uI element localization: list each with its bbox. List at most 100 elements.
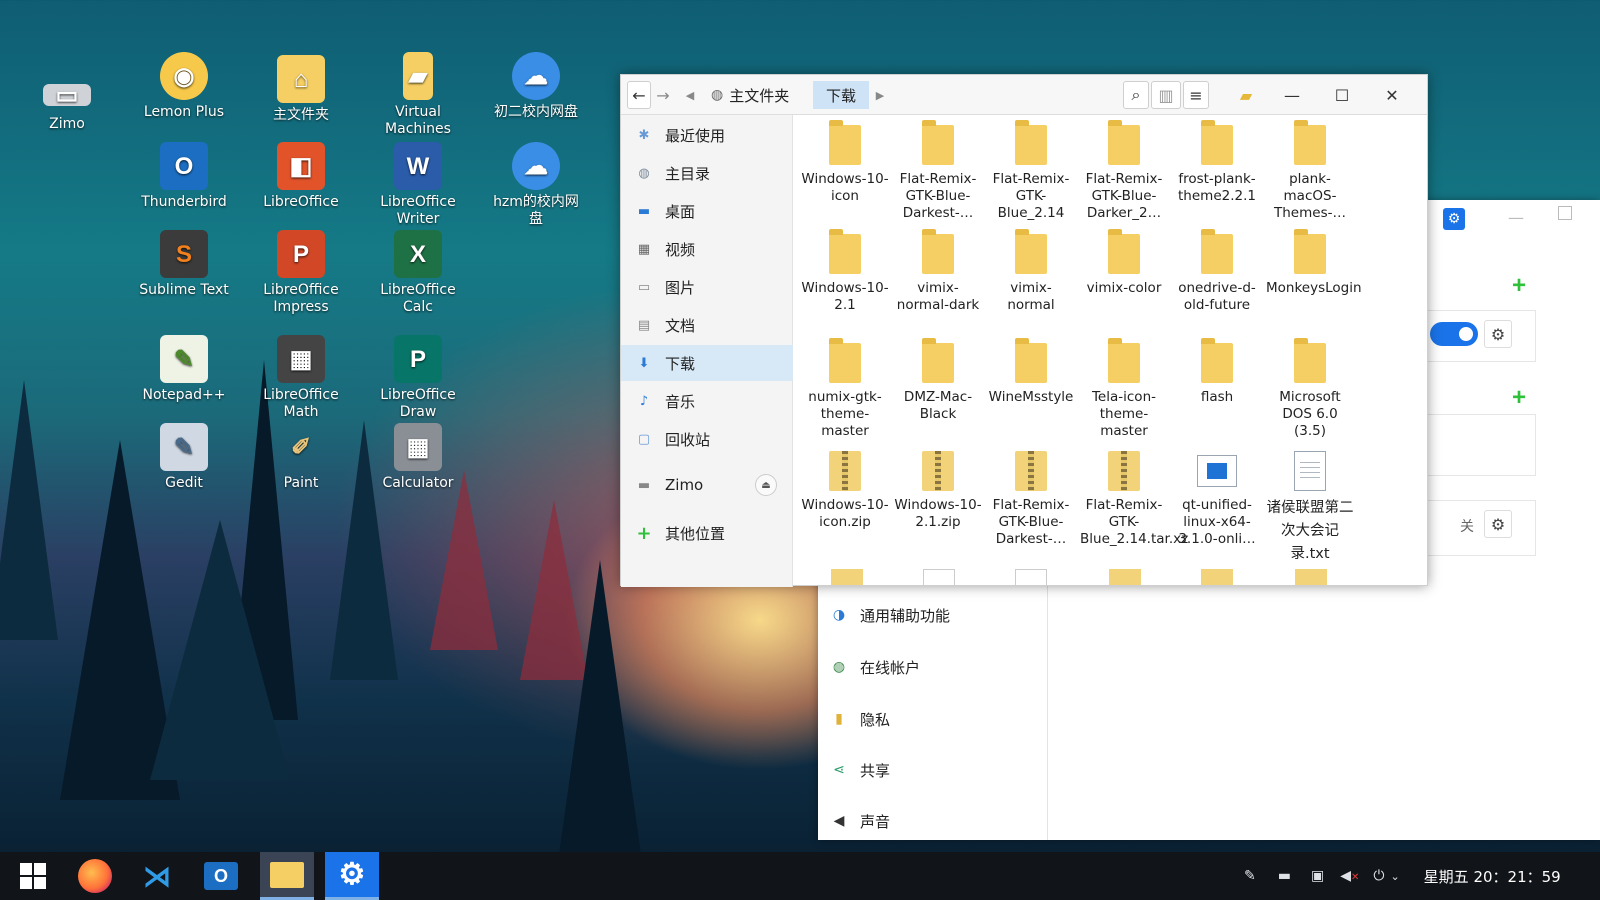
sidebar-item-trash[interactable]: ▢ 回收站 — [621, 421, 793, 457]
sidebar-item-desktop[interactable]: ▬ 桌面 — [621, 193, 793, 229]
breadcrumb-home[interactable]: ◍ 主文件夹 — [705, 81, 813, 109]
folder-icon — [1015, 338, 1047, 383]
file-item[interactable]: vimix-normal-dark — [894, 229, 982, 314]
toggle-switch[interactable] — [1430, 322, 1478, 346]
breadcrumb-downloads[interactable]: 下载 — [813, 81, 869, 109]
eject-icon[interactable]: ⏏ — [755, 474, 777, 496]
desktop-icon-libreoffice[interactable]: ◧ LibreOffice — [253, 142, 349, 211]
file-label: Windows-10-icon.zip — [801, 497, 889, 530]
file-item[interactable]: numix-gtk-theme-master — [801, 338, 889, 440]
file-item[interactable]: Windows-10-icon.zip — [801, 451, 889, 531]
file-item[interactable]: qt-unified-linux-x64-3.1.0-onli… — [1173, 451, 1261, 548]
file-item[interactable]: Flat-Remix-GTK-Blue_2.14.tar.xz — [1080, 451, 1188, 548]
desktop-icon-gedit[interactable]: ✎ Gedit — [136, 423, 232, 492]
file-item[interactable]: Windows-10-2.1.zip — [894, 451, 982, 531]
file-item[interactable]: Flat-Remix-GTK-Blue-Darkest-… — [987, 451, 1075, 548]
volume-muted-icon[interactable]: ◀✕ — [1340, 868, 1359, 884]
minimize-icon[interactable]: — — [1508, 208, 1524, 227]
breadcrumb-right-icon[interactable]: ▶ — [873, 81, 887, 109]
network-icon[interactable]: ▣ — [1311, 868, 1324, 884]
breadcrumb-left-icon[interactable]: ◀ — [683, 81, 697, 109]
file-item[interactable]: frost-plank-theme2.2.1 — [1173, 120, 1261, 205]
desktop-icon-network-drive-1[interactable]: ☁ 初二校内网盘 — [488, 52, 584, 121]
power-icon[interactable]: ⏻ — [1373, 868, 1384, 884]
desktop-icon-libreoffice-impress[interactable]: P LibreOffice Impress — [253, 230, 349, 316]
taskbar-settings[interactable]: ⚙ — [325, 852, 379, 900]
close-icon: ✕ — [1385, 85, 1399, 105]
file-item[interactable]: 诸侯联盟第二次大会记录.txt — [1266, 451, 1354, 566]
sidebar-item-videos[interactable]: ▦ 视频 — [621, 231, 793, 267]
desktop-icon-lemon-plus[interactable]: ◉ Lemon Plus — [136, 52, 232, 121]
back-button[interactable]: ← — [627, 81, 651, 109]
file-item[interactable]: vimix-color — [1080, 229, 1168, 297]
maximize-icon[interactable] — [1558, 206, 1572, 220]
sidebar-item-home[interactable]: ◍ 主目录 — [621, 155, 793, 191]
file-item[interactable]: WineMsstyle — [987, 338, 1075, 406]
desktop-icon-libreoffice-math[interactable]: ▦ LibreOffice Math — [253, 335, 349, 421]
maximize-button[interactable]: ☐ — [1327, 81, 1357, 109]
firefox-icon — [78, 859, 112, 893]
pen-icon[interactable]: ✎ — [1244, 868, 1256, 884]
clock[interactable]: 星期五 20：21：59 — [1424, 866, 1561, 887]
file-item[interactable]: plank-macOS-Themes-… — [1266, 120, 1354, 222]
sidebar-item-downloads[interactable]: ⬇ 下载 — [621, 345, 793, 381]
gear-icon[interactable]: ⚙ — [1484, 320, 1512, 348]
search-button[interactable]: ⌕ — [1123, 81, 1149, 109]
desktop-icon-virtual-machines[interactable]: ▰ Virtual Machines — [370, 52, 466, 138]
settings-item-sound[interactable]: ◀ 声音 — [818, 796, 1048, 846]
file-item[interactable]: DMZ-Mac-Black — [894, 338, 982, 423]
file-item[interactable]: Tela-icon-theme-master — [1080, 338, 1168, 440]
sidebar-item-other-locations[interactable]: + 其他位置 — [621, 515, 793, 551]
file-item[interactable]: Flat-Remix-GTK-Blue-Darker_2… — [1080, 120, 1168, 222]
home-folder-icon: ⌂ — [277, 55, 325, 103]
desktop-icon-libreoffice-calc[interactable]: X LibreOffice Calc — [370, 230, 466, 316]
taskbar-thunderbird[interactable]: O — [194, 852, 248, 900]
file-item[interactable]: Flat-Remix-GTK-Blue_2.14 — [987, 120, 1075, 222]
view-toggle-button[interactable]: ▥ — [1151, 81, 1181, 109]
file-item[interactable]: vimix-normal — [987, 229, 1075, 314]
sidebar-item-pictures[interactable]: ▭ 图片 — [621, 269, 793, 305]
taskbar-files[interactable] — [260, 852, 314, 900]
taskbar-vscode[interactable]: ⋊ — [130, 852, 184, 900]
desktop-icon-notepad-plus-plus[interactable]: ✎ Notepad++ — [136, 335, 232, 404]
settings-item-online-accounts[interactable]: ◍ 在线帐户 — [818, 642, 1048, 692]
desktop-icon-home-folder[interactable]: ⌂ 主文件夹 — [253, 55, 349, 124]
desktop-icon-thunderbird[interactable]: O Thunderbird — [136, 142, 232, 211]
settings-item-privacy[interactable]: ▮ 隐私 — [818, 694, 1048, 744]
file-item[interactable]: Microsoft DOS 6.0 (3.5) — [1266, 338, 1354, 440]
add-icon[interactable]: + — [1512, 272, 1526, 300]
file-item[interactable]: Windows-10-2.1 — [801, 229, 889, 314]
sidebar-item-zimo[interactable]: ▬ Zimo ⏏ — [621, 467, 793, 503]
start-button[interactable] — [6, 852, 60, 900]
chevron-down-icon[interactable]: ⌄ — [1390, 870, 1399, 883]
menu-button[interactable]: ≡ — [1183, 81, 1209, 109]
file-item[interactable]: Flat-Remix-GTK-Blue-Darkest-… — [894, 120, 982, 222]
sidebar-item-documents[interactable]: ▤ 文档 — [621, 307, 793, 343]
file-item[interactable]: MonkeysLogin — [1266, 229, 1362, 297]
desktop-icon-libreoffice-writer[interactable]: W LibreOffice Writer — [370, 142, 466, 228]
desktop-icon-libreoffice-draw[interactable]: P LibreOffice Draw — [370, 335, 466, 421]
file-item[interactable]: flash — [1173, 338, 1261, 406]
settings-item-accessibility[interactable]: ◑ 通用辅助功能 — [818, 590, 1048, 640]
desktop-icon-calculator[interactable]: ▦ Calculator — [370, 423, 466, 492]
settings-item-sharing[interactable]: ⋖ 共享 — [818, 745, 1048, 795]
sidebar-item-recent[interactable]: ✱ 最近使用 — [621, 117, 793, 153]
desktop-icon-paint[interactable]: ✐ Paint — [253, 423, 349, 492]
add-icon[interactable]: + — [1512, 384, 1526, 412]
sidebar-item-music[interactable]: ♪ 音乐 — [621, 383, 793, 419]
desktop-icon-network-drive-2[interactable]: ☁ hzm的校内网盘 — [488, 142, 584, 228]
forward-button[interactable]: → — [651, 81, 675, 109]
wallpaper-tree — [430, 470, 498, 650]
desktop-icon-zimo[interactable]: ▭ Zimo — [19, 70, 115, 133]
file-item[interactable]: Windows-10-icon — [801, 120, 889, 205]
file-item[interactable]: onedrive-d-old-future — [1173, 229, 1261, 314]
taskbar-firefox[interactable] — [68, 852, 122, 900]
network-drive-icon: ☁ — [512, 142, 560, 190]
desktop-icon-sublime-text[interactable]: S Sublime Text — [136, 230, 232, 299]
folder-icon — [922, 120, 954, 165]
gear-icon[interactable]: ⚙ — [1484, 510, 1512, 538]
minimize-button[interactable]: — — [1277, 81, 1307, 109]
sidebar-item-label: 主目录 — [665, 164, 711, 183]
close-button[interactable]: ✕ — [1377, 81, 1407, 109]
drive-tray-icon[interactable]: ▬ — [1278, 868, 1291, 884]
